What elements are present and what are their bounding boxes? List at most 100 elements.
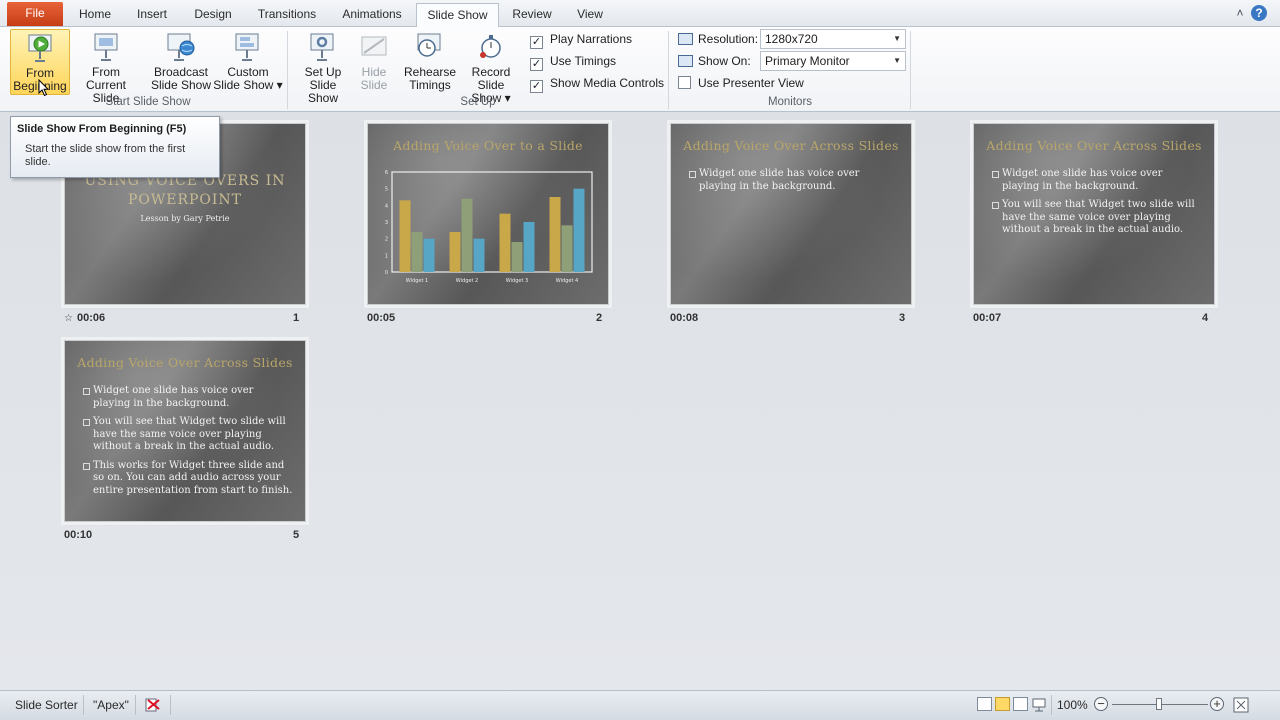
status-divider (170, 695, 171, 715)
play-narrations-checkbox[interactable]: ✓ Play Narrations (530, 31, 632, 49)
from-current-slide-button[interactable]: From Current Slide (72, 29, 140, 105)
zoom-level[interactable]: 100% (1057, 696, 1088, 714)
fit-to-window-icon[interactable] (1233, 697, 1249, 713)
slide-2-bar-chart: 0 1 2 3 4 5 6 Widget 1 Widget 2 Widget 3 Widget 4 (385, 170, 593, 284)
show-on-label: Show On: (678, 53, 751, 69)
slide-show-view-icon[interactable] (1031, 697, 1047, 713)
use-presenter-view-checkbox[interactable]: Use Presenter View (678, 75, 804, 91)
chart-x-tick-label: Widget 3 (506, 278, 528, 284)
tab-insert[interactable]: Insert (128, 3, 176, 27)
chart-y-tick-label: 4 (385, 203, 388, 209)
hide-slide-button[interactable]: Hide Slide (352, 29, 396, 95)
minimize-ribbon-icon[interactable]: ˄ (1232, 5, 1248, 21)
monitor-icon (678, 55, 693, 67)
slide-3-bullets: Widget one slide has voice over playing … (689, 168, 899, 199)
zoom-in-icon[interactable]: + (1210, 697, 1224, 711)
rehearse-timer-icon (417, 33, 441, 57)
animation-star-icon[interactable]: ☆ (64, 313, 73, 324)
chart-y-tick-label: 0 (385, 270, 388, 276)
slide-2-number: 2 (596, 312, 603, 324)
record-stopwatch-icon (480, 35, 501, 58)
custom-slide-show-button[interactable]: Custom Slide Show ▾ (213, 29, 283, 95)
mouse-cursor-icon (38, 79, 50, 97)
rehearse-label-2: Timings (409, 78, 451, 92)
setup-gear-icon (310, 33, 334, 61)
group-divider (287, 31, 288, 109)
projector-icon (94, 33, 118, 61)
tab-view[interactable]: View (568, 3, 612, 27)
slide-1-subtitle: Lesson by Gary Petrie (140, 214, 230, 223)
spell-check-icon[interactable] (144, 697, 161, 713)
checkbox-checked-icon: ✓ (530, 58, 543, 71)
slide-sorter-view-icon[interactable] (995, 697, 1010, 711)
setup-label-2: Slide Show (307, 78, 339, 105)
show-media-controls-checkbox[interactable]: ✓ Show Media Controls (530, 75, 665, 93)
tooltip-title: Slide Show From Beginning (F5) (17, 123, 187, 135)
resolution-dropdown[interactable]: 1280x720 ▼ (760, 29, 906, 49)
checkbox-checked-icon: ✓ (530, 36, 543, 49)
slide-bullet: Widget one slide has voice over playing … (992, 168, 1202, 193)
slide-3-timing: 00:08 (670, 312, 699, 324)
slide-4-bullets: Widget one slide has voice over playing … (992, 168, 1202, 243)
zoom-slider-thumb[interactable] (1156, 698, 1162, 710)
custom-show-icon (235, 33, 259, 61)
tab-review[interactable]: Review (505, 3, 559, 27)
chart-bar (511, 242, 523, 272)
show-on-dropdown[interactable]: Primary Monitor ▼ (760, 51, 906, 71)
slide-2-title: Adding Voice Over to a Slide (393, 138, 583, 153)
set-up-slide-show-button[interactable]: Set Up Slide Show (296, 29, 350, 105)
tab-file[interactable]: File (7, 2, 63, 26)
tab-design[interactable]: Design (186, 3, 240, 27)
broadcast-slide-show-button[interactable]: Broadcast Slide Show (150, 29, 212, 95)
monitor-icon (678, 33, 693, 45)
checkbox-unchecked-icon (678, 76, 691, 89)
use-presenter-view-label: Use Presenter View (698, 76, 804, 90)
chart-bar (473, 238, 485, 272)
ribbon-tab-bar: File Home Insert Design Transitions Anim… (0, 0, 1280, 28)
show-media-controls-label: Show Media Controls (550, 76, 665, 90)
chart-y-tick-label: 1 (385, 253, 388, 259)
slide-bullet: You will see that Widget two slide will … (83, 416, 293, 454)
slide-5-title: Adding Voice Over Across Slides (77, 355, 293, 370)
rehearse-timings-button[interactable]: Rehearse Timings (404, 29, 456, 95)
resolution-label: Resolution: (678, 31, 758, 47)
group-divider (910, 31, 911, 109)
custom-label-2: Slide Show ▾ (213, 78, 283, 92)
chart-y-tick-label: 6 (385, 170, 388, 176)
broadcast-globe-icon (167, 33, 195, 61)
reading-view-icon[interactable] (1013, 697, 1028, 711)
slide-3-title: Adding Voice Over Across Slides (683, 138, 899, 153)
chart-x-tick-label: Widget 1 (406, 278, 428, 284)
normal-view-icon[interactable] (977, 697, 992, 711)
slide-5-bullets: Widget one slide has voice over playing … (83, 385, 293, 503)
slide-5-number: 5 (293, 529, 300, 541)
projector-play-icon (28, 34, 52, 62)
tab-home[interactable]: Home (72, 3, 118, 27)
group-divider (668, 31, 669, 109)
status-divider (135, 695, 136, 715)
tab-animations[interactable]: Animations (334, 3, 410, 27)
slide-1-timing: ☆ 00:06 (64, 312, 106, 324)
record-slide-show-button[interactable]: Record Slide Show ▾ (458, 29, 524, 105)
group-label-start-slide-show: Start Slide Show (105, 96, 191, 108)
slide-thumbnail-3[interactable]: Adding Voice Over Across Slides Widget o… (670, 123, 912, 305)
tab-transitions[interactable]: Transitions (250, 3, 324, 27)
hide-label-2: Slide (360, 78, 388, 92)
slide-thumbnail-2[interactable]: Adding Voice Over to a Slide 0 1 2 3 4 5 6 Widg… (367, 123, 609, 305)
record-label-1: Record Slide (471, 65, 511, 92)
chart-x-tick-label: Widget 2 (456, 278, 478, 284)
theme-name-indicator[interactable]: "Apex" (93, 696, 129, 714)
slide-thumbnail-5[interactable]: Adding Voice Over Across Slides Widget o… (64, 340, 306, 522)
chart-bar (411, 232, 423, 272)
slide-5-timing: 00:10 (64, 529, 93, 541)
use-timings-checkbox[interactable]: ✓ Use Timings (530, 53, 616, 71)
chart-x-tick-label: Widget 4 (556, 278, 578, 284)
tooltip: Slide Show From Beginning (F5) Start the… (10, 116, 220, 178)
tab-slide-show[interactable]: Slide Show (416, 3, 499, 28)
slide-thumbnail-4[interactable]: Adding Voice Over Across Slides Widget o… (973, 123, 1215, 305)
zoom-out-icon[interactable]: − (1094, 697, 1108, 711)
help-icon[interactable]: ? (1251, 5, 1267, 21)
broadcast-label-2: Slide Show (150, 78, 212, 92)
chart-bar (461, 198, 473, 272)
chart-bar (449, 232, 461, 272)
